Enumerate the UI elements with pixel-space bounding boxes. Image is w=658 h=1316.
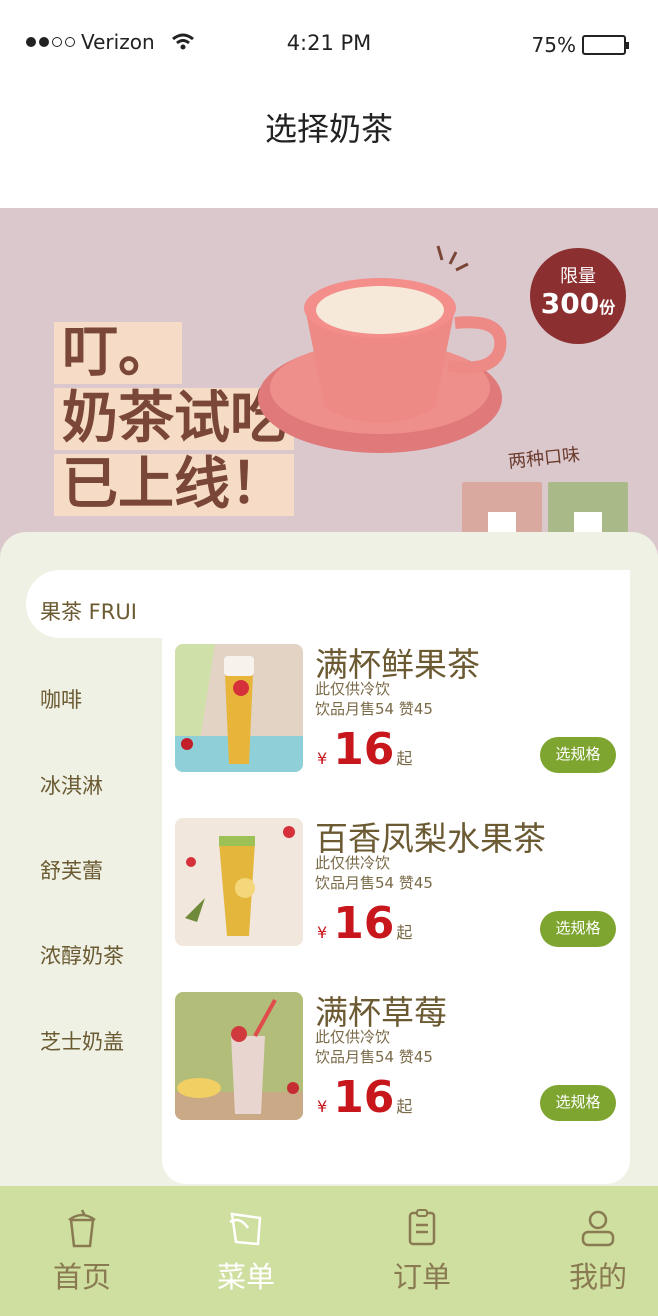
tab-label: 首页	[52, 1260, 111, 1294]
page-title: 选择奶茶	[264, 110, 393, 148]
tab-label: 菜单	[216, 1260, 275, 1294]
product-sales: 饮品月售54 赞45	[315, 700, 433, 718]
product-note: 此仅供冷饮	[315, 1028, 391, 1046]
product-card[interactable]: 满杯草莓 此仅供冷饮 饮品月售54 赞45 ¥16 起 选规格	[175, 992, 620, 1122]
status-bar: Verizon 4:21 PM 75%	[0, 0, 658, 88]
milk-tea-cup-illustration	[258, 245, 507, 453]
tab-menu[interactable]: 菜单	[164, 1186, 328, 1316]
product-price: ¥16 起	[317, 898, 413, 949]
product-image	[175, 644, 303, 772]
sidebar-item-fruit-tea[interactable]: 果茶 FRUI	[40, 596, 137, 626]
tab-profile[interactable]: 我的	[516, 1186, 658, 1316]
user-icon	[581, 1210, 615, 1247]
badge-number: 300份	[540, 287, 616, 320]
product-image	[175, 818, 303, 946]
product-note: 此仅供冷饮	[315, 680, 391, 698]
product-card[interactable]: 满杯鲜果茶 此仅供冷饮 饮品月售54 赞45 ¥16 起 选规格	[175, 644, 620, 774]
tab-orders[interactable]: 订单	[340, 1186, 504, 1316]
battery-percent: 75%	[531, 33, 576, 57]
menu-icon	[229, 1212, 262, 1246]
sidebar-item-souffle[interactable]: 舒芙蕾	[40, 855, 103, 885]
product-price: ¥16 起	[317, 724, 413, 775]
product-sales: 饮品月售54 赞45	[315, 1048, 433, 1066]
select-spec-button[interactable]: 选规格	[540, 911, 616, 947]
limited-badge: 限量 300份	[530, 248, 626, 344]
product-image	[175, 992, 303, 1120]
select-spec-button[interactable]: 选规格	[540, 737, 616, 773]
sidebar-item-coffee[interactable]: 咖啡	[40, 684, 82, 714]
banner-line-1: 叮。	[54, 322, 182, 384]
battery-icon	[582, 35, 629, 55]
sidebar-item-milk-tea[interactable]: 浓醇奶茶	[40, 940, 124, 970]
battery-info: 75%	[531, 33, 629, 57]
clipboard-icon	[408, 1209, 436, 1246]
cup-icon	[68, 1209, 96, 1248]
tab-home[interactable]: 首页	[0, 1186, 164, 1316]
promo-banner[interactable]: 叮。 奶茶试吃 已上线！ 限量 300份 两种口味	[0, 208, 658, 558]
product-sales: 饮品月售54 赞45	[315, 874, 433, 892]
select-spec-button[interactable]: 选规格	[540, 1085, 616, 1121]
product-card[interactable]: 百香凤梨水果茶 此仅供冷饮 饮品月售54 赞45 ¥16 起 选规格	[175, 818, 620, 948]
sidebar-item-cheese-foam[interactable]: 芝士奶盖	[40, 1026, 124, 1056]
product-price: ¥16 起	[317, 1072, 413, 1123]
product-note: 此仅供冷饮	[315, 854, 391, 872]
sidebar-item-ice-cream[interactable]: 冰淇淋	[40, 770, 103, 800]
tab-label: 我的	[568, 1260, 627, 1294]
tab-label: 订单	[392, 1260, 451, 1294]
badge-label: 限量	[560, 266, 596, 287]
bottom-tab-bar: 首页 菜单 订单 我的	[0, 1186, 658, 1316]
